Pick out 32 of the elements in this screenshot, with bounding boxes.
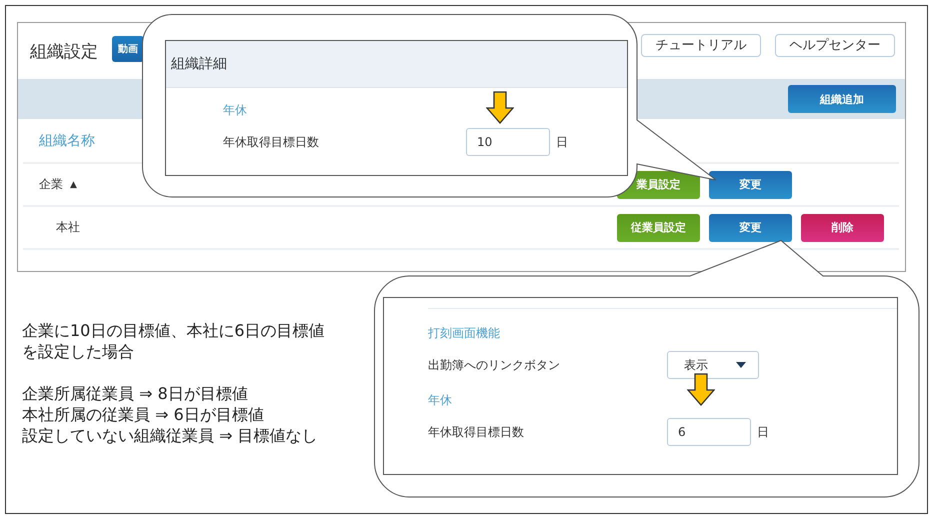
organization-name: 企業 — [39, 176, 63, 193]
unit-label: 日 — [556, 134, 568, 150]
edit-button[interactable]: 変更 — [709, 170, 792, 198]
panel-title: 組織詳細 — [171, 55, 227, 73]
employee-settings-button[interactable]: 従業員設定 — [617, 214, 700, 242]
sort-marker[interactable]: ▲ — [70, 180, 77, 190]
unit-label: 日 — [757, 424, 769, 440]
down-arrow-icon — [687, 373, 715, 406]
organization-name: 本社 — [56, 219, 80, 236]
section-heading: 年休 — [223, 102, 247, 119]
caret-icon — [736, 362, 746, 368]
edit-button[interactable]: 変更 — [709, 214, 792, 242]
field-label: 出勤簿へのリンクボタン — [428, 356, 561, 374]
field-label: 年休取得目標日数 — [428, 424, 525, 440]
dropdown[interactable]: 表示 — [667, 351, 759, 379]
delete-button[interactable]: 削除 — [801, 214, 884, 242]
help-button[interactable]: ヘルプセンター — [775, 34, 895, 56]
help-button[interactable]: チュートリアル — [641, 34, 761, 56]
number-field[interactable]: 10 — [466, 128, 550, 156]
number-field[interactable]: 6 — [667, 418, 751, 446]
column-header: 組織名称 — [39, 132, 95, 150]
page-title: 組織設定 — [30, 40, 98, 62]
down-arrow-icon — [486, 91, 514, 124]
video-button[interactable]: 動画 — [112, 36, 144, 62]
note-text: 本社所属の従業員 ⇒ 6日が目標値 — [22, 404, 265, 425]
note-text: 設定していない組織従業員 ⇒ 目標値なし — [22, 425, 319, 446]
note-text: 企業に10日の目標値、本社に6日の目標値を設定した場合 — [22, 320, 326, 362]
section-heading: 年休 — [428, 392, 452, 409]
field-label: 年休取得目標日数 — [223, 134, 320, 150]
add-organization-button[interactable]: 組織追加 — [788, 85, 896, 113]
section-heading: 打刻画面機能 — [428, 325, 500, 342]
note-text: 企業所属従業員 ⇒ 8日が目標値 — [22, 383, 249, 404]
